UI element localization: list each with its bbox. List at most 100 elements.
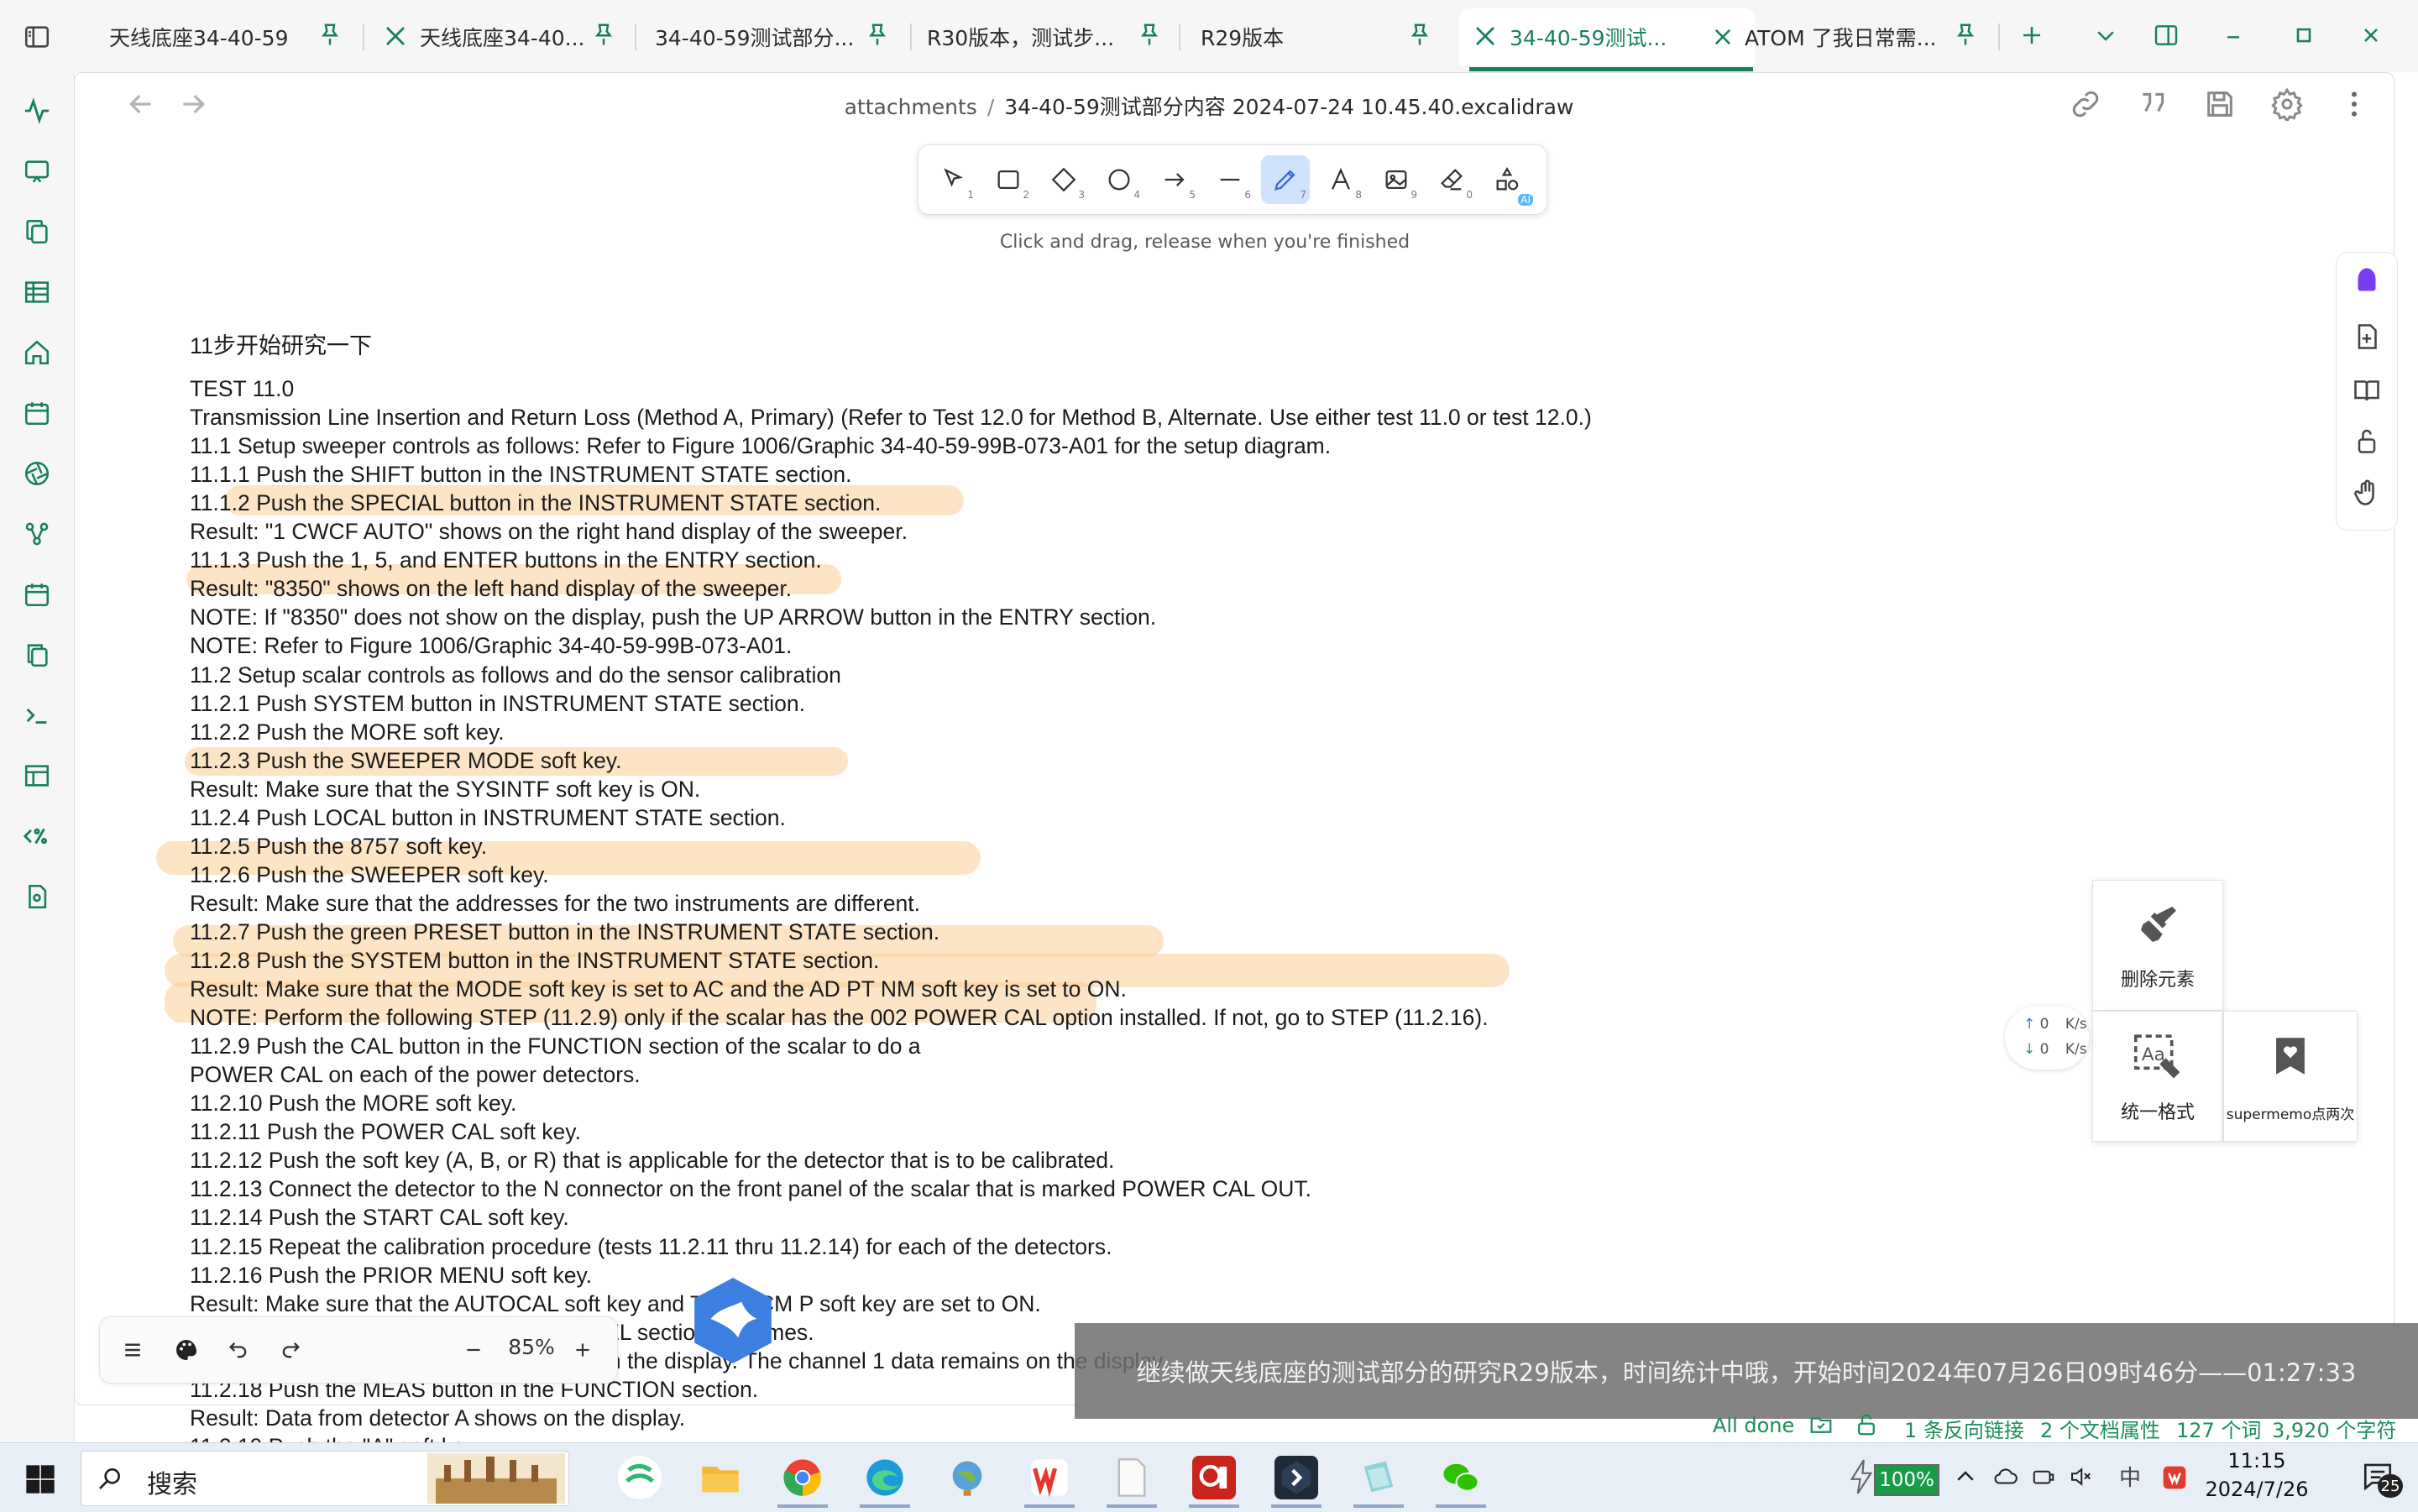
redo-icon[interactable] <box>270 1329 311 1371</box>
calendar-icon[interactable] <box>20 396 54 430</box>
tray-expand-icon[interactable] <box>1953 1464 1978 1489</box>
feishu-app-icon[interactable] <box>618 1456 662 1499</box>
pin-icon[interactable] <box>1407 22 1432 47</box>
daily-note-icon[interactable] <box>20 578 54 611</box>
file-explorer-icon[interactable] <box>699 1456 742 1499</box>
close-window-icon[interactable] <box>2353 17 2389 54</box>
tool-hint: Click and drag, release when you're fini… <box>999 232 1410 253</box>
main-menu-button[interactable] <box>112 1329 154 1371</box>
unify-format-button[interactable]: Aa 统一格式 <box>2092 1011 2223 1142</box>
tab-6-active[interactable]: 34-40-59测试... <box>1459 8 1755 65</box>
chrome-icon[interactable] <box>781 1456 824 1499</box>
quote-icon[interactable] <box>2136 87 2169 121</box>
ellipse-tool[interactable]: 4 <box>1095 155 1144 204</box>
notes-app-icon[interactable] <box>1357 1456 1400 1499</box>
graph-icon[interactable] <box>20 517 54 551</box>
link-icon[interactable] <box>2069 87 2102 121</box>
folder-check-icon[interactable] <box>1808 1412 1834 1437</box>
breadcrumb-file[interactable]: 34-40-59测试部分内容 2024-07-24 10.45.40.excal… <box>1004 95 1573 119</box>
delete-element-button[interactable]: 删除元素 <box>2092 880 2223 1011</box>
lock-icon[interactable] <box>2352 426 2382 456</box>
tab-7[interactable]: ATOM 了我日常需... <box>1745 8 1936 65</box>
undo-icon[interactable] <box>217 1329 259 1371</box>
wps-icon[interactable] <box>1028 1456 1071 1499</box>
network-icon[interactable] <box>2030 1464 2057 1489</box>
new-tab-icon[interactable] <box>2013 17 2050 54</box>
battery-indicator[interactable]: 100% <box>1874 1464 1939 1496</box>
table-icon[interactable] <box>20 275 54 309</box>
cloud-sync-icon[interactable] <box>1991 1464 2020 1489</box>
settings-gear-icon[interactable] <box>2270 87 2304 121</box>
dark-app-icon[interactable] <box>1274 1456 1318 1499</box>
selection-tool[interactable]: 1 <box>929 155 977 204</box>
tab-2[interactable]: 天线底座34-40... <box>420 8 585 65</box>
ime-indicator[interactable]: 中 <box>2119 1461 2141 1492</box>
tab-3[interactable]: 34-40-59测试部分... <box>655 8 854 65</box>
properties-count[interactable]: 2 个文档属性 <box>2040 1414 2160 1443</box>
wechat-icon[interactable] <box>1439 1456 1483 1499</box>
draw-pencil-tool[interactable]: 7 <box>1261 155 1310 204</box>
notification-center[interactable]: 25 <box>2361 1461 2408 1498</box>
taskbar-search[interactable]: 搜索 <box>81 1451 569 1506</box>
save-icon[interactable] <box>2203 87 2237 121</box>
more-tools-button[interactable]: AI <box>1483 155 1533 206</box>
percent-code-icon[interactable] <box>20 819 54 853</box>
windows-start-icon[interactable] <box>24 1462 57 1496</box>
diamond-tool[interactable]: 3 <box>1039 155 1088 204</box>
charging-icon[interactable] <box>1847 1457 1876 1496</box>
unlock-icon[interactable] <box>1854 1412 1879 1437</box>
pin-icon[interactable] <box>1953 22 1978 47</box>
tab-list-chevron-icon[interactable] <box>2087 17 2124 54</box>
eraser-tool[interactable]: 0 <box>1427 155 1476 204</box>
pin-icon[interactable] <box>317 22 343 47</box>
tab-separator <box>363 24 364 50</box>
close-tab-icon[interactable] <box>1711 25 1735 49</box>
canvas-text-line: 11.2.3 Push the SWEEPER MODE soft key. <box>190 747 622 773</box>
zoom-in-button[interactable] <box>562 1329 604 1371</box>
right-sidebar-toggle-icon[interactable] <box>2148 17 2185 54</box>
line-tool[interactable]: 6 <box>1206 155 1254 204</box>
minimize-icon[interactable] <box>2215 17 2252 54</box>
home-icon[interactable] <box>20 336 54 369</box>
zoom-out-button[interactable] <box>453 1329 495 1371</box>
arrow-tool[interactable]: 5 <box>1150 155 1199 204</box>
rectangle-tool[interactable]: 2 <box>984 155 1033 204</box>
red-app-icon[interactable] <box>1192 1456 1236 1499</box>
globe-app-icon[interactable] <box>945 1456 989 1499</box>
book-icon[interactable] <box>2352 375 2382 405</box>
layout-icon[interactable] <box>20 759 54 793</box>
aperture-icon[interactable] <box>20 457 54 490</box>
zoom-level[interactable]: 85% <box>502 1335 561 1359</box>
taskbar-running-indicator <box>777 1504 828 1508</box>
pin-icon[interactable] <box>865 22 890 47</box>
image-tool[interactable]: 9 <box>1372 155 1421 204</box>
bird-assistant-icon[interactable] <box>690 1276 776 1365</box>
ai-assistant-icon[interactable] <box>2352 264 2382 295</box>
edge-icon[interactable] <box>863 1456 907 1499</box>
hand-pan-icon[interactable] <box>2352 478 2382 508</box>
more-options-icon[interactable] <box>2337 87 2371 121</box>
blank-document-icon[interactable] <box>1110 1456 1154 1499</box>
taskbar-clock[interactable]: 11:15 2024/7/26 <box>2201 1449 2312 1501</box>
supermemo-button[interactable]: supermemo点两次 <box>2223 1011 2358 1142</box>
wps-tray-icon[interactable] <box>2161 1464 2188 1491</box>
text-tool[interactable]: 8 <box>1316 155 1365 204</box>
volume-muted-icon[interactable] <box>2067 1464 2094 1489</box>
sidebar-toggle-icon[interactable] <box>20 20 54 54</box>
new-file-icon[interactable] <box>2352 322 2382 352</box>
terminal-icon[interactable] <box>20 698 54 732</box>
duplicate-icon[interactable] <box>20 638 54 672</box>
tab-5[interactable]: R29版本 <box>1201 8 1284 65</box>
tab-1[interactable]: 天线底座34-40-59 <box>109 8 288 65</box>
pin-icon[interactable] <box>1137 22 1162 47</box>
backlinks-count[interactable]: 1 条反向链接 <box>1904 1414 2024 1443</box>
canvas-text-line: 11.2.14 Push the START CAL soft key. <box>190 1205 569 1231</box>
maximize-icon[interactable] <box>2285 17 2322 54</box>
slides-icon[interactable] <box>20 154 54 188</box>
pin-icon[interactable] <box>591 22 616 47</box>
palette-icon[interactable] <box>165 1329 207 1371</box>
file-user-icon[interactable] <box>20 880 54 913</box>
upload-value: 0 <box>2039 1016 2049 1033</box>
tab-4[interactable]: R30版本，测试步... <box>927 8 1114 65</box>
breadcrumb-folder[interactable]: attachments <box>845 95 977 119</box>
